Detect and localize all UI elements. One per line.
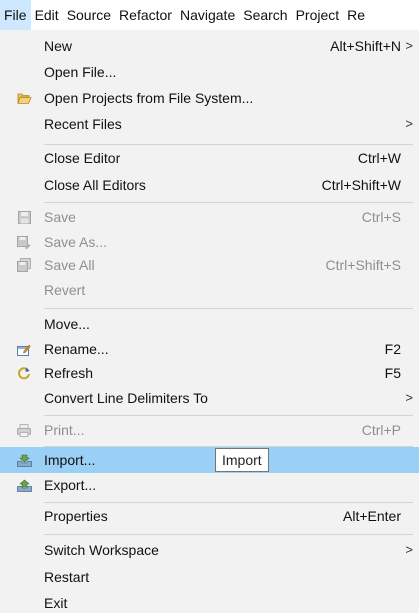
menu-item-label: Move...: [44, 316, 90, 332]
menu-item-print[interactable]: Print... Ctrl+P: [0, 417, 419, 443]
separator: [44, 415, 413, 416]
refresh-icon: [16, 365, 32, 381]
menu-item-properties[interactable]: Properties Alt+Enter: [0, 503, 419, 529]
menu-item-label: New: [44, 38, 73, 54]
rename-icon: [16, 341, 32, 357]
shortcut-label: Ctrl+Shift+S: [325, 257, 401, 273]
menubar-refactor[interactable]: Refactor: [115, 0, 176, 30]
menu-item-refresh[interactable]: Refresh F5: [0, 360, 419, 386]
menu-item-open-file[interactable]: Open File...: [0, 59, 419, 85]
shortcut-label: Alt+Shift+N: [330, 38, 401, 54]
menu-item-label: Import...: [44, 452, 96, 468]
menubar-edit[interactable]: Edit: [31, 0, 63, 30]
menu-item-save-all[interactable]: Save All Ctrl+Shift+S: [0, 252, 419, 278]
export-icon: [16, 477, 32, 493]
submenu-arrow-icon: >: [405, 116, 413, 131]
menu-item-save[interactable]: Save Ctrl+S: [0, 204, 419, 230]
menu-item-label: Close All Editors: [44, 177, 146, 193]
menu-item-label: Rename...: [44, 341, 109, 357]
menu-item-open-projects[interactable]: Open Projects from File System...: [0, 85, 419, 111]
separator: [44, 202, 413, 203]
import-tooltip: Import: [215, 448, 269, 472]
menu-item-label: Close Editor: [44, 150, 121, 166]
menu-item-move[interactable]: Move...: [0, 311, 419, 337]
menu-item-convert-line-delimiters[interactable]: Convert Line Delimiters To >: [0, 385, 419, 411]
file-menu-dropdown: New Alt+Shift+N > Open File... Open Proj…: [0, 30, 419, 613]
submenu-arrow-icon: >: [405, 390, 413, 405]
shortcut-label: F2: [384, 341, 401, 357]
menu-bar: File Edit Source Refactor Navigate Searc…: [0, 0, 419, 30]
menubar-file[interactable]: File: [0, 0, 31, 30]
import-icon: [16, 452, 32, 468]
menu-item-import[interactable]: Import...: [0, 447, 419, 473]
menu-item-recent-files[interactable]: Recent Files >: [0, 111, 419, 137]
save-all-icon: [16, 257, 32, 273]
shortcut-label: Ctrl+Shift+W: [321, 177, 401, 193]
save-icon: [16, 209, 32, 225]
menu-item-rename[interactable]: Rename... F2: [0, 336, 419, 362]
separator: [44, 534, 413, 535]
menu-item-label: Save All: [44, 257, 95, 273]
menu-item-restart[interactable]: Restart: [0, 564, 419, 590]
menu-item-label: Recent Files: [44, 116, 122, 132]
menu-item-label: Restart: [44, 569, 90, 585]
separator: [44, 308, 413, 309]
menu-item-label: Convert Line Delimiters To: [44, 390, 208, 406]
menu-item-close-editor[interactable]: Close Editor Ctrl+W: [0, 145, 419, 171]
menubar-source[interactable]: Source: [63, 0, 115, 30]
menu-item-revert[interactable]: Revert: [0, 277, 419, 303]
menu-item-close-all-editors[interactable]: Close All Editors Ctrl+Shift+W: [0, 172, 419, 198]
menu-item-exit[interactable]: Exit: [0, 590, 419, 613]
menubar-search[interactable]: Search: [239, 0, 291, 30]
menu-item-export[interactable]: Export...: [0, 472, 419, 498]
menu-item-label: Properties: [44, 508, 108, 524]
submenu-arrow-icon: >: [405, 38, 413, 53]
menu-item-label: Print...: [44, 422, 85, 438]
menu-item-label: Export...: [44, 477, 97, 493]
shortcut-label: Ctrl+P: [361, 422, 401, 438]
menu-item-label: Exit: [44, 595, 68, 611]
menubar-project[interactable]: Project: [292, 0, 344, 30]
shortcut-label: F5: [384, 365, 401, 381]
menu-item-switch-workspace[interactable]: Switch Workspace >: [0, 537, 419, 563]
menu-item-label: Revert: [44, 282, 86, 298]
menu-item-label: Open File...: [44, 64, 117, 80]
menubar-navigate[interactable]: Navigate: [176, 0, 239, 30]
menu-item-label: Save: [44, 209, 76, 225]
shortcut-label: Alt+Enter: [343, 508, 401, 524]
menu-item-label: Switch Workspace: [44, 542, 159, 558]
shortcut-label: Ctrl+S: [361, 209, 401, 225]
menu-item-label: Refresh: [44, 365, 94, 381]
menubar-run-truncated[interactable]: Re: [343, 0, 369, 30]
menu-item-label: Open Projects from File System...: [44, 90, 254, 106]
shortcut-label: Ctrl+W: [357, 150, 401, 166]
folder-open-icon: [16, 90, 32, 106]
print-icon: [16, 422, 32, 438]
menu-item-new[interactable]: New Alt+Shift+N >: [0, 33, 419, 59]
save-as-icon: [16, 234, 32, 250]
submenu-arrow-icon: >: [405, 542, 413, 557]
